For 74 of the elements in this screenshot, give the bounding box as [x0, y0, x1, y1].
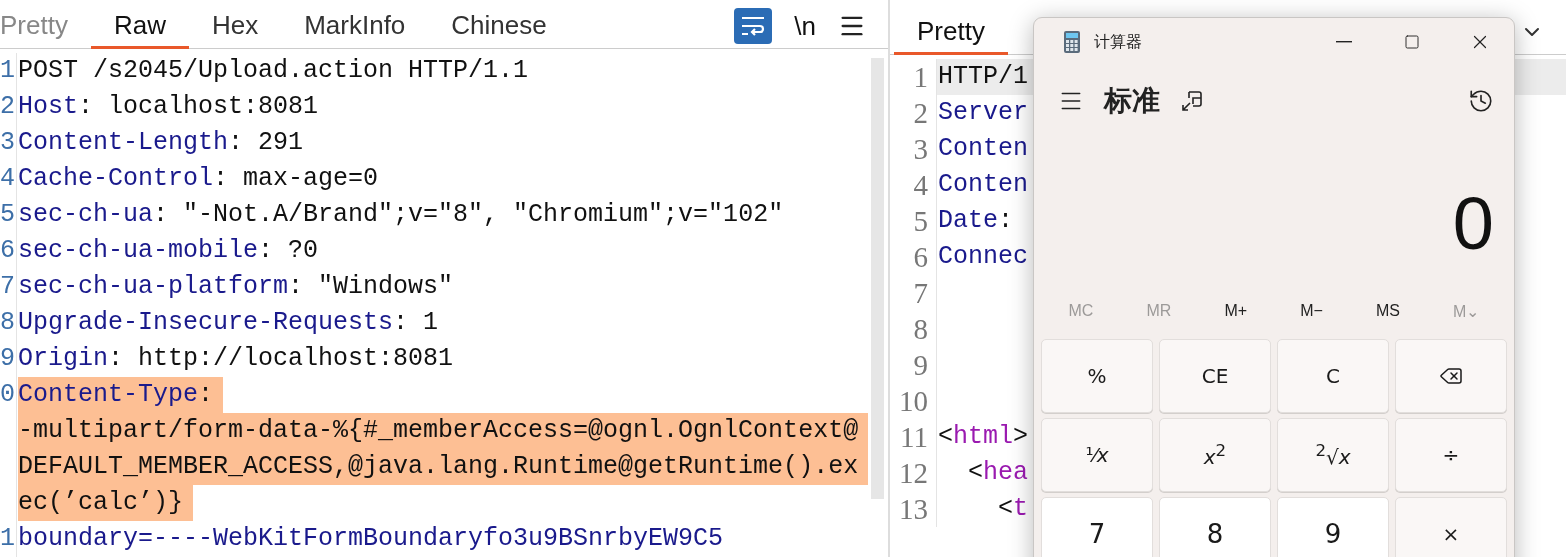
- line-number: 13: [890, 491, 937, 527]
- code-line: sec-ch-ua-mobile: ?0: [18, 235, 319, 267]
- line-number: 6: [0, 233, 17, 269]
- calculator-icon: [1064, 31, 1080, 53]
- code-line: Upgrade-Insecure-Requests: 1: [18, 307, 439, 339]
- code-line: Content-Length: 291: [18, 127, 304, 159]
- minimize-icon: [1336, 41, 1352, 43]
- calculator-key[interactable]: 7: [1041, 497, 1153, 557]
- memory-button[interactable]: M+: [1224, 302, 1248, 320]
- line-number: 6: [890, 239, 937, 275]
- code-line: sec-ch-ua: "-Not.A/Brand";v="8", "Chromium";v="102": [18, 199, 784, 231]
- line-number: 7: [890, 275, 937, 311]
- line-number: 8: [890, 311, 937, 347]
- mode-title: 标准: [1104, 84, 1160, 118]
- line-number: 2: [890, 95, 937, 131]
- calculator-key[interactable]: ×: [1395, 497, 1507, 557]
- window-title: 计算器: [1094, 31, 1142, 52]
- memory-button[interactable]: M−: [1300, 302, 1323, 320]
- tab[interactable]: Hex: [188, 5, 282, 49]
- code-line: Cache-Control: max-age=0: [18, 163, 379, 195]
- newline-toggle[interactable]: \n: [794, 10, 816, 42]
- line-number: 10: [890, 383, 937, 419]
- code-line: Server: [938, 97, 1028, 129]
- line-number: 5: [0, 197, 17, 233]
- line-number: 2: [0, 89, 17, 125]
- code-line: boundary=----WebKitFormBoundaryfo3u9BSnrbyEW9C5: [18, 523, 724, 555]
- calculator-key[interactable]: CE: [1159, 339, 1271, 413]
- calculator-key[interactable]: $^{2}$√x: [1277, 418, 1389, 492]
- line-number: 11: [890, 419, 937, 455]
- maximize-icon: [1404, 34, 1420, 50]
- calculator-key[interactable]: 8: [1159, 497, 1271, 557]
- code-line: sec-ch-ua-platform: "Windows": [18, 271, 454, 303]
- tab[interactable]: MarkInfo: [281, 5, 429, 49]
- calculator-key[interactable]: C: [1277, 339, 1389, 413]
- line-number: 0: [0, 377, 17, 413]
- calculator-key[interactable]: ¹⁄x: [1041, 418, 1153, 492]
- code-line: <t: [997, 493, 1029, 525]
- line-number: 1: [0, 521, 17, 557]
- calculator-key[interactable]: %: [1041, 339, 1153, 413]
- result-display: 0: [1451, 181, 1495, 267]
- code-line: <html>: [938, 421, 1029, 453]
- scrollbar[interactable]: [871, 58, 884, 499]
- calculator-key[interactable]: 9: [1277, 497, 1389, 557]
- line-number: 3: [0, 125, 17, 161]
- line-number: 8: [0, 305, 17, 341]
- calculator-key[interactable]: ÷: [1395, 418, 1507, 492]
- code-line: Connec: [938, 241, 1028, 273]
- code-line: Conten: [938, 169, 1028, 201]
- code-line: Host: localhost:8081: [18, 91, 319, 123]
- line-number: 9: [890, 347, 937, 383]
- keep-on-top-icon[interactable]: [1180, 89, 1204, 113]
- code-line: Date:: [938, 205, 1015, 237]
- line-number: 5: [890, 203, 937, 239]
- code-line: Conten: [938, 133, 1028, 165]
- line-number: 1: [0, 53, 17, 89]
- tab[interactable]: Chinese: [428, 5, 570, 49]
- wrap-toggle-button[interactable]: [734, 8, 773, 44]
- code-line: <hea: [967, 457, 1029, 489]
- wrap-icon: [740, 15, 767, 37]
- code-line: POST /s2045/Upload.action HTTP/1.1: [18, 55, 529, 87]
- line-number: 4: [890, 167, 937, 203]
- tab[interactable]: Pretty: [0, 5, 91, 49]
- line-number: 7: [0, 269, 17, 305]
- line-number: 9: [0, 341, 17, 377]
- code-line: HTTP/1: [938, 61, 1028, 93]
- calculator-key[interactable]: x$^{2}$: [1159, 418, 1271, 492]
- tab[interactable]: Pretty: [894, 11, 1008, 55]
- memory-button[interactable]: MS: [1375, 302, 1400, 320]
- history-icon[interactable]: [1468, 88, 1494, 114]
- line-number: 3: [890, 131, 937, 167]
- tab[interactable]: Raw: [90, 5, 189, 49]
- line-number: 4: [0, 161, 17, 197]
- code-line: Origin: http://localhost:8081: [18, 343, 454, 375]
- line-number: 12: [890, 455, 937, 491]
